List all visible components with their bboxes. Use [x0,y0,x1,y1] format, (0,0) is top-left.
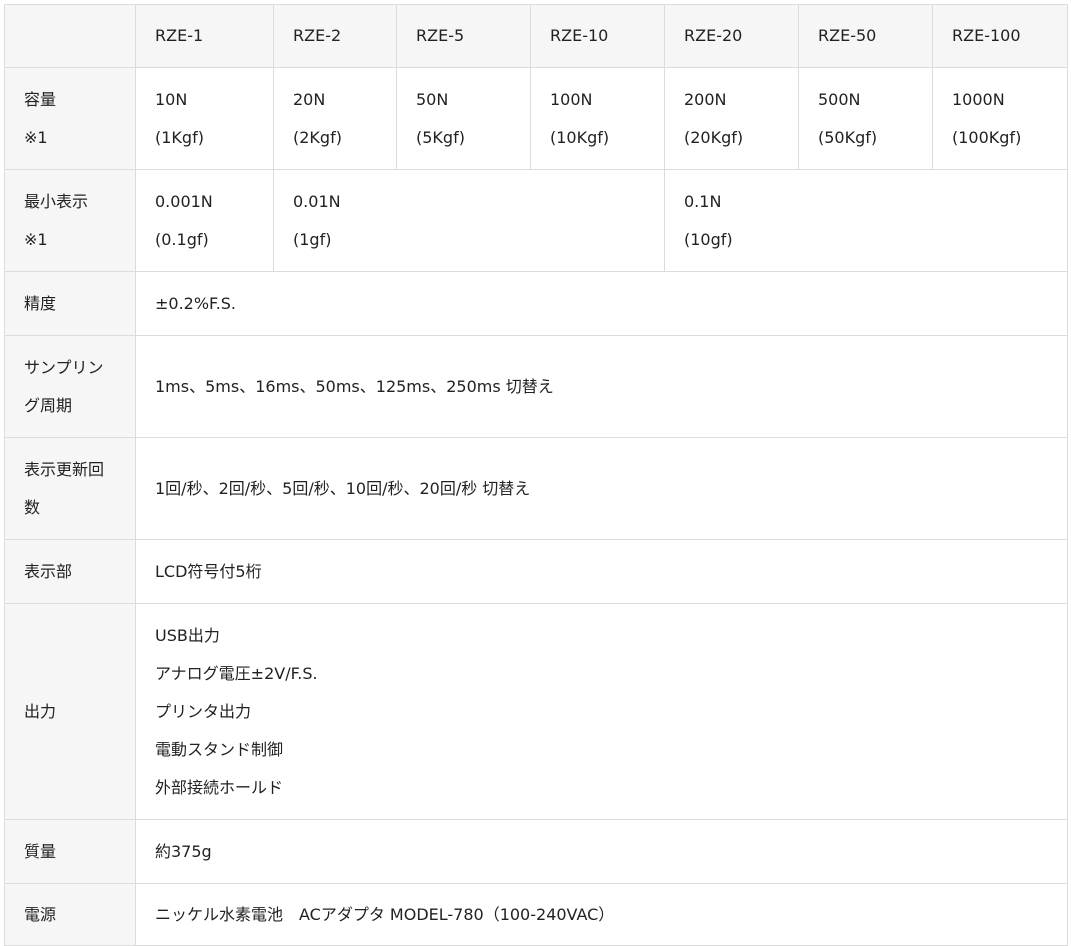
capacity-cell: 50N (5Kgf) [396,67,531,170]
refresh-label-line: 数 [24,497,41,517]
refresh-value: 1回/秒、2回/秒、5回/秒、10回/秒、20回/秒 切替え [135,437,1068,540]
output-row: 出力 USB出力 アナログ電圧±2V/F.S. プリンタ出力 電動スタンド制御 … [4,603,1068,820]
mass-label: 質量 [4,819,136,884]
capacity-newton: 1000N [952,89,1005,109]
model-header: RZE-20 [664,4,799,68]
min-display-gf: (10gf) [684,229,733,249]
capacity-label: 容量 [24,89,57,109]
min-display-gf: (0.1gf) [155,229,209,249]
min-display-cell: 0.1N (10gf) [664,169,1068,272]
min-display-label: 最小表示 [24,191,89,211]
refresh-row: 表示更新回 数 1回/秒、2回/秒、5回/秒、10回/秒、20回/秒 切替え [4,437,1068,540]
capacity-kgf: (100Kgf) [952,127,1022,147]
sampling-label-line: サンプリン [24,357,104,377]
capacity-cell: 1000N (100Kgf) [932,67,1068,170]
output-item: 外部接続ホールド [155,777,284,797]
mass-value: 約375g [135,819,1068,884]
capacity-kgf: (50Kgf) [818,127,878,147]
sampling-value: 1ms、5ms、16ms、50ms、125ms、250ms 切替え [135,335,1068,438]
display-label: 表示部 [4,539,136,604]
capacity-newton: 200N [684,89,727,109]
capacity-cell: 200N (20Kgf) [664,67,799,170]
accuracy-row: 精度 ±0.2%F.S. [4,271,1068,336]
model-header: RZE-1 [135,4,274,68]
capacity-cell: 500N (50Kgf) [798,67,933,170]
output-label: 出力 [4,603,136,820]
refresh-label-cell: 表示更新回 数 [4,437,136,540]
min-display-newton: 0.01N [293,191,341,211]
model-header: RZE-50 [798,4,933,68]
capacity-newton: 10N [155,89,188,109]
display-value: LCD符号付5桁 [135,539,1068,604]
refresh-label-line: 表示更新回 [24,459,105,479]
min-display-gf: (1gf) [293,229,332,249]
output-item: USB出力 [155,625,220,645]
capacity-kgf: (2Kgf) [293,127,342,147]
capacity-kgf: (5Kgf) [416,127,465,147]
accuracy-value: ±0.2%F.S. [135,271,1068,336]
min-display-note: ※1 [24,229,48,249]
model-header: RZE-100 [932,4,1068,68]
power-label: 電源 [4,883,136,946]
capacity-newton: 100N [550,89,593,109]
sampling-row: サンプリン グ周期 1ms、5ms、16ms、50ms、125ms、250ms … [4,335,1068,438]
min-display-newton: 0.001N [155,191,213,211]
min-display-cell: 0.001N (0.1gf) [135,169,274,272]
power-row: 電源 ニッケル水素電池 ACアダプタ MODEL-780（100-240VAC） [4,883,1068,946]
display-row: 表示部 LCD符号付5桁 [4,539,1068,604]
accuracy-label: 精度 [4,271,136,336]
output-item: 電動スタンド制御 [155,739,284,759]
spec-table: RZE-1 RZE-2 RZE-5 RZE-10 RZE-20 RZE-50 R… [4,4,1068,946]
model-header: RZE-5 [396,4,531,68]
capacity-newton: 50N [416,89,449,109]
sampling-label-line: グ周期 [24,395,73,415]
capacity-kgf: (10Kgf) [550,127,610,147]
header-corner-cell [4,4,136,68]
output-list: USB出力 アナログ電圧±2V/F.S. プリンタ出力 電動スタンド制御 外部接… [135,603,1068,820]
output-item: アナログ電圧±2V/F.S. [155,663,318,683]
capacity-kgf: (20Kgf) [684,127,744,147]
min-display-row: 最小表示 ※1 0.001N (0.1gf) 0.01N (1gf) 0.1N (10… [4,169,1068,272]
min-display-cell: 0.01N (1gf) [273,169,665,272]
capacity-newton: 20N [293,89,326,109]
capacity-kgf: (1Kgf) [155,127,204,147]
capacity-note: ※1 [24,127,48,147]
output-item: プリンタ出力 [155,701,252,721]
capacity-newton: 500N [818,89,861,109]
sampling-label-cell: サンプリン グ周期 [4,335,136,438]
model-header: RZE-2 [273,4,397,68]
model-header: RZE-10 [530,4,665,68]
min-display-label-cell: 最小表示 ※1 [4,169,136,272]
capacity-row: 容量 ※1 10N (1Kgf) 20N (2Kgf) 50N (5Kgf) 100N… [4,67,1068,170]
mass-row: 質量 約375g [4,819,1068,884]
capacity-cell: 10N (1Kgf) [135,67,274,170]
capacity-label-cell: 容量 ※1 [4,67,136,170]
header-row: RZE-1 RZE-2 RZE-5 RZE-10 RZE-20 RZE-50 R… [4,4,1068,68]
capacity-cell: 20N (2Kgf) [273,67,397,170]
power-value: ニッケル水素電池 ACアダプタ MODEL-780（100-240VAC） [135,883,1068,946]
capacity-cell: 100N (10Kgf) [530,67,665,170]
min-display-newton: 0.1N [684,191,722,211]
